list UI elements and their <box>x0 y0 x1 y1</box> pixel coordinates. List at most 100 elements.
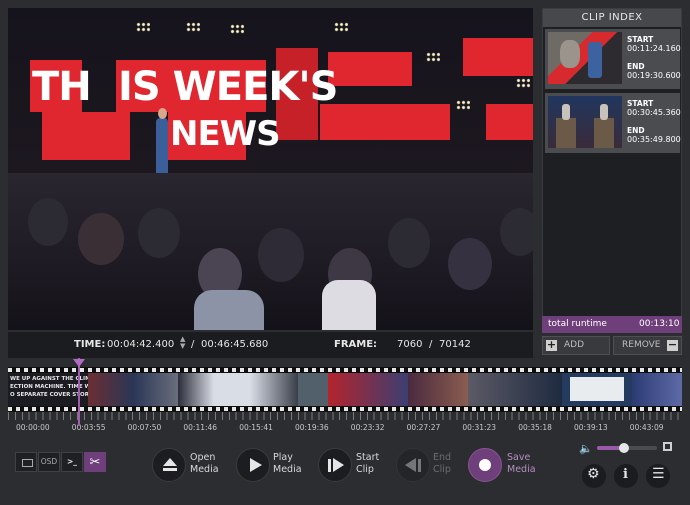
total-time: 00:46:45.680 <box>201 339 269 350</box>
timeline-frame <box>408 373 468 406</box>
clip-start-time: 00:11:24.160 <box>627 44 681 53</box>
total-runtime-bar: total runtime 00:13:10 <box>542 316 682 333</box>
timeline-frame <box>562 373 632 406</box>
settings-button[interactable]: ⚙ <box>582 464 606 488</box>
clip-index-panel: CLIP INDEX START 00:11:24.160 END 00:19:… <box>542 8 682 333</box>
sign-panel <box>42 112 130 160</box>
time-info-bar: TIME: 00:04:42.400 ▲ ▼ / 00:46:45.680 FRA… <box>8 332 533 358</box>
tick-label: 00:19:36 <box>295 423 329 432</box>
clip-list-button[interactable]: ☰ <box>646 464 670 488</box>
remove-label: REMOVE <box>622 340 661 350</box>
playhead[interactable] <box>78 358 80 426</box>
add-clip-button[interactable]: + ADD <box>542 336 610 355</box>
image-mode-button[interactable] <box>15 452 37 472</box>
clip-start-icon <box>328 459 331 472</box>
current-frame: 7060 <box>397 339 423 350</box>
tick-label: 00:31:23 <box>462 423 497 432</box>
volume-slider[interactable] <box>597 443 657 453</box>
play-icon <box>250 458 262 472</box>
end-clip-label: End Clip <box>433 452 452 475</box>
timeline-frame <box>178 373 298 406</box>
image-icon <box>22 459 33 467</box>
screen-panel <box>486 104 533 140</box>
stage-light <box>186 22 200 32</box>
tick-label: 00:35:18 <box>518 423 552 432</box>
clip-end-time: 00:19:30.600 <box>627 71 681 80</box>
tick-label: 00:03:55 <box>71 423 106 432</box>
clip-start-label: START <box>627 99 654 108</box>
sign-text: TH <box>32 64 92 110</box>
add-label: ADD <box>564 340 585 350</box>
frame-separator: / <box>429 339 433 350</box>
stage-light <box>230 24 244 34</box>
screen-panel <box>328 52 412 86</box>
volume-knob[interactable] <box>619 443 629 453</box>
timeline-frame <box>88 373 178 406</box>
sign-text: IS WEEK'S <box>118 64 338 110</box>
runtime-value: 00:13:10 <box>639 319 680 329</box>
film-perforation <box>8 368 682 372</box>
record-icon <box>479 459 491 471</box>
stage-light <box>516 78 530 88</box>
remove-clip-button[interactable]: REMOVE − <box>613 336 682 355</box>
save-media-button[interactable] <box>468 448 502 482</box>
end-clip-button[interactable] <box>396 448 430 482</box>
console-mode-button[interactable]: >_ <box>61 452 83 472</box>
clip-item[interactable]: START 00:11:24.160 END 00:19:30.600 <box>545 29 681 89</box>
clip-item[interactable]: START 00:30:45.360 END 00:35:49.800 <box>545 93 681 153</box>
video-player[interactable]: TH IS WEEK'S NEWS <box>8 8 533 330</box>
scissors-icon: ✂ <box>89 455 101 470</box>
minus-icon: − <box>667 338 678 351</box>
timeline-frame <box>468 373 562 406</box>
tick-label: 00:15:41 <box>239 423 273 432</box>
clip-end-label: END <box>627 126 645 135</box>
audience-member <box>194 290 264 330</box>
clip-index-title: CLIP INDEX <box>543 9 681 27</box>
open-media-button[interactable] <box>152 448 186 482</box>
tick-label: 00:39:13 <box>574 423 608 432</box>
time-stepper-icon[interactable]: ▲ ▼ <box>180 336 185 350</box>
stage-light <box>456 100 470 110</box>
timeline-frame <box>632 373 682 406</box>
scissors-mode-button[interactable]: ✂ <box>84 452 106 472</box>
play-media-button[interactable] <box>236 448 270 482</box>
frame-label: FRAME: <box>334 339 378 350</box>
runtime-label: total runtime <box>548 319 607 329</box>
timeline-ruler <box>8 412 682 420</box>
tick-label: 00:00:00 <box>16 423 50 432</box>
osd-mode-button[interactable]: OSD <box>38 452 60 472</box>
tick-label: 00:23:32 <box>350 423 385 432</box>
gear-icon: ⚙ <box>587 466 600 482</box>
timeline-filmstrip[interactable]: WE UP AGAINST THE CLIMATE ECTION MACHINE.… <box>8 367 682 412</box>
stage-light <box>136 22 150 32</box>
clip-thumbnail <box>548 32 622 84</box>
timeline-frame <box>298 373 328 406</box>
stage-light <box>426 52 440 62</box>
eject-icon <box>163 458 177 466</box>
start-clip-label: Start Clip <box>356 452 380 475</box>
clip-thumbnail <box>548 96 622 148</box>
total-frames: 70142 <box>439 339 471 350</box>
clip-start-label: START <box>627 35 654 44</box>
audience-member <box>322 280 376 330</box>
playhead-marker-icon[interactable] <box>73 359 85 367</box>
speaker-icon[interactable]: 🔈 <box>579 442 593 455</box>
presenter-head <box>158 108 167 119</box>
clip-start-time: 00:30:45.360 <box>627 108 681 117</box>
open-media-label: Open Media <box>190 452 219 475</box>
plus-icon: + <box>546 338 557 351</box>
tick-label: 00:43:09 <box>629 423 664 432</box>
sign-text: NEWS <box>170 114 281 154</box>
timeline-frame <box>328 373 408 406</box>
screen-panel <box>463 38 533 76</box>
start-clip-button[interactable] <box>318 448 352 482</box>
clip-end-label: END <box>627 62 645 71</box>
clip-end-icon <box>405 458 416 472</box>
time-separator: / <box>191 339 195 350</box>
tick-label: 00:11:46 <box>183 423 218 432</box>
info-button[interactable]: i <box>614 464 638 488</box>
info-icon: i <box>623 467 628 482</box>
current-time: 00:04:42.400 <box>107 339 175 350</box>
tick-label: 00:27:27 <box>406 423 441 432</box>
fullscreen-icon[interactable] <box>663 442 672 451</box>
